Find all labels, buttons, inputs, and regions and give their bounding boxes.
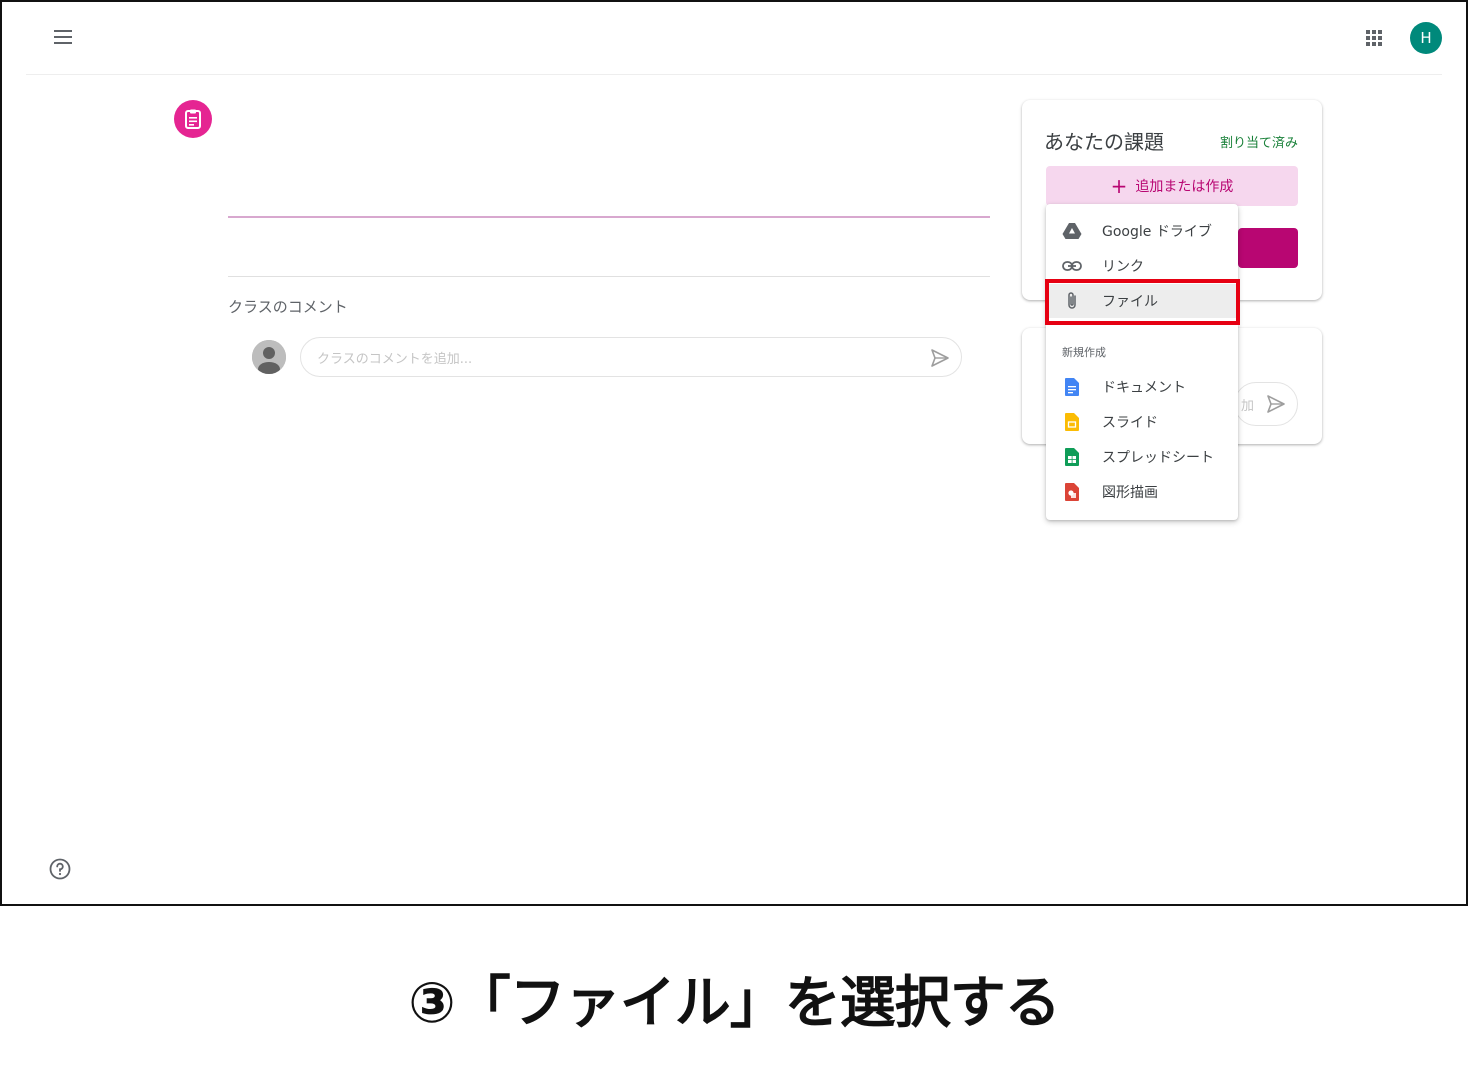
hamburger-menu-icon[interactable] [52, 26, 74, 48]
help-circle-icon[interactable] [48, 857, 72, 881]
menu-item-docs[interactable]: ドキュメント [1046, 370, 1238, 404]
send-icon[interactable] [929, 347, 951, 369]
menu-item-label: ファイル [1102, 294, 1158, 310]
add-or-create-menu: Google ドライブ リンク ファイル 新規作成 ドキュメント スライド スプ… [1046, 204, 1238, 520]
google-sheets-icon [1062, 447, 1082, 467]
user-avatar-icon [252, 340, 286, 374]
send-icon[interactable] [1265, 393, 1287, 415]
your-work-title: あなたの課題 [1044, 130, 1164, 154]
google-apps-grid-icon[interactable] [1362, 26, 1386, 50]
menu-item-label: スライド [1102, 415, 1158, 431]
menu-item-drawings[interactable]: 図形描画 [1046, 475, 1238, 509]
class-comment-input[interactable]: クラスのコメントを追加... [300, 337, 962, 377]
private-comment-placeholder-fragment: 加 [1241, 398, 1255, 414]
google-slides-icon [1062, 412, 1082, 432]
assignment-status: 割り当て済み [1219, 136, 1298, 151]
class-comments-heading: クラスのコメント [228, 298, 348, 316]
menu-item-label: スプレッドシート [1102, 450, 1214, 466]
top-app-bar: H [26, 2, 1442, 75]
account-avatar[interactable]: H [1410, 22, 1442, 54]
class-comment-placeholder: クラスのコメントを追加... [317, 351, 473, 367]
menu-item-file[interactable]: ファイル [1046, 284, 1238, 318]
private-comment-input[interactable]: 加 [1234, 382, 1298, 426]
plus-icon: + [1110, 174, 1128, 198]
link-icon [1062, 256, 1082, 276]
menu-item-label: リンク [1102, 259, 1144, 275]
menu-item-label: 図形描画 [1102, 485, 1158, 501]
menu-item-link[interactable]: リンク [1046, 249, 1238, 283]
assignment-clipboard-icon [174, 100, 212, 138]
menu-item-label: Google ドライブ [1102, 224, 1212, 240]
google-docs-icon [1062, 377, 1082, 397]
add-or-create-button[interactable]: + 追加または作成 [1046, 166, 1298, 206]
assignment-title-underline [228, 216, 990, 218]
section-divider [228, 276, 990, 277]
create-new-section-label: 新規作成 [1062, 346, 1106, 359]
menu-item-sheets[interactable]: スプレッドシート [1046, 440, 1238, 474]
menu-item-google-drive[interactable]: Google ドライブ [1046, 214, 1238, 248]
screenshot-frame: H クラスのコメント クラスのコメントを追加... あなたの課題 割り当て済み … [0, 0, 1468, 906]
add-or-create-label: 追加または作成 [1135, 179, 1234, 195]
google-drive-icon [1062, 221, 1082, 241]
paperclip-icon [1062, 291, 1082, 311]
google-drawings-icon [1062, 482, 1082, 502]
mark-as-done-button[interactable] [1238, 228, 1298, 268]
step-caption: ③「ファイル」を選択する [408, 971, 1060, 1036]
menu-item-slides[interactable]: スライド [1046, 405, 1238, 439]
menu-item-label: ドキュメント [1102, 380, 1186, 396]
